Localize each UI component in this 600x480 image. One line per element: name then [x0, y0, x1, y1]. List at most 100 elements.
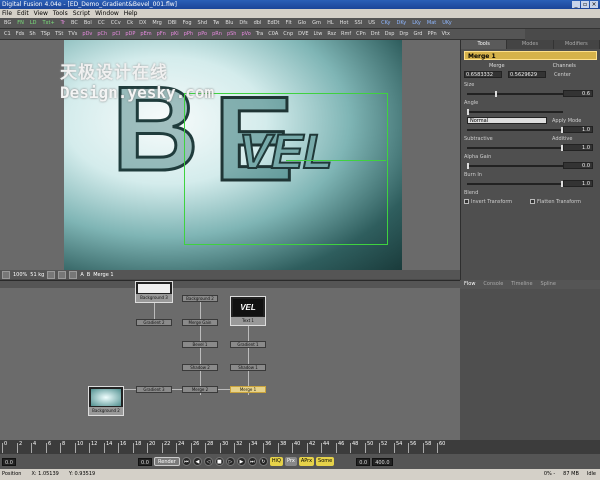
tab-modes[interactable]: Modes	[507, 40, 554, 49]
play-reverse-icon[interactable]: ◁	[203, 457, 213, 466]
tool-rsz-button[interactable]: Rsz	[325, 30, 338, 39]
go-start-icon[interactable]: ⏮	[181, 457, 191, 466]
flow-node-merge-1[interactable]: Merge 1	[230, 386, 266, 393]
flow-node-merge-2[interactable]: Merge 2	[182, 386, 218, 393]
invert-transform-checkbox[interactable]	[464, 199, 469, 204]
go-end-icon[interactable]: ⏭	[247, 457, 257, 466]
subtab-channels[interactable]: Channels	[532, 62, 598, 70]
flow-node-background-2-top[interactable]: Background 2	[182, 295, 218, 302]
angle-slider-knob[interactable]	[467, 109, 469, 115]
subadd-slider[interactable]	[467, 145, 563, 151]
flow-node-gradient-3[interactable]: Gradient 3	[136, 386, 172, 393]
tool-fog-button[interactable]: Fog	[181, 19, 194, 28]
tab-spline[interactable]: Spline	[537, 280, 560, 289]
tool-header[interactable]: Merge 1	[464, 51, 597, 60]
tool-ccv-button[interactable]: CCv	[109, 19, 123, 28]
zoom-level[interactable]: 100%	[13, 272, 27, 278]
center-x-field[interactable]: 0.6583332	[464, 71, 502, 78]
tool-tsp-button[interactable]: TSp	[39, 30, 52, 39]
menu-edit[interactable]: Edit	[17, 9, 29, 18]
tool-fds-button[interactable]: Fds	[14, 30, 27, 39]
tool-pci-button[interactable]: pCI	[110, 30, 122, 39]
buffer-b-button[interactable]: B	[87, 272, 90, 278]
center-handle-line[interactable]	[286, 160, 386, 161]
tool-lky-button[interactable]: LKy	[410, 19, 423, 28]
tool-pfn-button[interactable]: pFn	[155, 30, 168, 39]
flow-node-bevel-1[interactable]: Bevel 1	[182, 341, 218, 348]
loop-icon[interactable]: ↻	[258, 457, 268, 466]
alpha-gain-field[interactable]: 0.0	[563, 162, 593, 169]
tool-dnt-button[interactable]: Dnt	[369, 30, 382, 39]
viewer-area[interactable]: B E VEL 天极设计在线 Design.yesky.com	[0, 40, 460, 270]
size-slider-knob[interactable]	[495, 91, 497, 97]
tool-bol-button[interactable]: Bol	[82, 19, 94, 28]
tool-grn-button[interactable]: Grn	[310, 19, 323, 28]
tool-dbi-button[interactable]: DBI	[166, 19, 179, 28]
tool-us-button[interactable]: US	[366, 19, 377, 28]
apply-mode-slider[interactable]	[467, 127, 563, 133]
tab-timeline[interactable]: Timeline	[507, 280, 536, 289]
minimize-button[interactable]: _	[572, 1, 580, 8]
tool-pph-button[interactable]: pPh	[182, 30, 195, 39]
tool-ssi-button[interactable]: SSI	[352, 19, 364, 28]
tool-tra-button[interactable]: Tra	[254, 30, 265, 39]
angle-slider[interactable]	[467, 109, 563, 115]
tool-uky-button[interactable]: UKy	[440, 19, 454, 28]
tool-eddt-button[interactable]: EdDt	[265, 19, 281, 28]
text-1-thumbnail[interactable]: VEL Text 1	[230, 296, 266, 326]
tab-console[interactable]: Console	[479, 280, 507, 289]
grid-icon[interactable]	[2, 270, 10, 279]
tool-ppo-button[interactable]: pPo	[196, 30, 209, 39]
tab-modifiers[interactable]: Modifiers	[554, 40, 600, 49]
subtab-merge[interactable]: Merge	[464, 62, 530, 70]
tool-ltw-button[interactable]: Ltw	[311, 30, 324, 39]
tool-shd-button[interactable]: Shd	[196, 19, 210, 28]
tool-mrg-button[interactable]: Mrg	[150, 19, 163, 28]
tool-cpn-button[interactable]: CPn	[354, 30, 368, 39]
tool-dky-button[interactable]: DKy	[394, 19, 408, 28]
merge-bounds-rect[interactable]	[184, 93, 388, 245]
tool-mat-button[interactable]: Mat	[425, 19, 438, 28]
flow-node-gradient-1[interactable]: Gradient 1	[230, 341, 266, 348]
tool-cc-button[interactable]: CC	[96, 19, 107, 28]
tool-rmf-button[interactable]: Rmf	[339, 30, 353, 39]
burn-in-slider[interactable]	[467, 181, 563, 187]
tool-drp-button[interactable]: Drp	[397, 30, 410, 39]
flow-editor[interactable]: Background 3 Background 2 Gradient 2 Mer…	[0, 280, 460, 440]
tool-pki-button[interactable]: pKi	[169, 30, 181, 39]
tool-pdp-button[interactable]: pDP	[123, 30, 137, 39]
menu-help[interactable]: Help	[124, 9, 138, 18]
tool-dbl-button[interactable]: dbl	[252, 19, 264, 28]
play-icon[interactable]: ▷	[225, 457, 235, 466]
background-2-thumbnail[interactable]: Background 2	[88, 386, 124, 416]
menu-tools[interactable]: Tools	[53, 9, 68, 18]
center-y-field[interactable]: 0.5629629	[508, 71, 546, 78]
stop-icon[interactable]: ■	[214, 457, 224, 466]
global-start-field[interactable]: 0.0	[2, 457, 16, 466]
background-3-thumbnail[interactable]: Background 3	[135, 281, 173, 303]
tool-vtx-button[interactable]: Vtx	[440, 30, 452, 39]
flow-node-shadow-1[interactable]: Shadow 1	[230, 364, 266, 371]
tool-flt-button[interactable]: Flt	[284, 19, 294, 28]
menu-view[interactable]: View	[34, 9, 48, 18]
tool-cky-button[interactable]: CKy	[379, 19, 392, 28]
pointer-icon[interactable]	[47, 270, 56, 279]
apply-mode-dropdown[interactable]: Normal	[467, 117, 547, 124]
tool-grd-button[interactable]: Grd	[411, 30, 424, 39]
buffer-a-button[interactable]: A	[80, 272, 83, 278]
end-current-field[interactable]: 0.0	[356, 457, 371, 466]
menu-window[interactable]: Window	[95, 9, 119, 18]
tab-flow[interactable]: Flow	[460, 280, 479, 289]
tool-dx-button[interactable]: DX	[137, 19, 148, 28]
flatten-transform-checkbox[interactable]	[530, 199, 535, 204]
tool-c1-button[interactable]: C1	[2, 30, 13, 39]
render-button[interactable]: Render	[153, 457, 180, 466]
step-back-icon[interactable]: ◀	[192, 457, 202, 466]
tool-txt--button[interactable]: Txt+	[40, 19, 56, 28]
tool-dsp-button[interactable]: Dsp	[383, 30, 397, 39]
menu-file[interactable]: File	[2, 9, 12, 18]
step-forward-icon[interactable]: ▶	[236, 457, 246, 466]
tool-pvo-button[interactable]: pVo	[239, 30, 252, 39]
flow-node-gradient-2[interactable]: Gradient 2	[136, 319, 172, 326]
tool-dfs-button[interactable]: Dfs	[237, 19, 249, 28]
